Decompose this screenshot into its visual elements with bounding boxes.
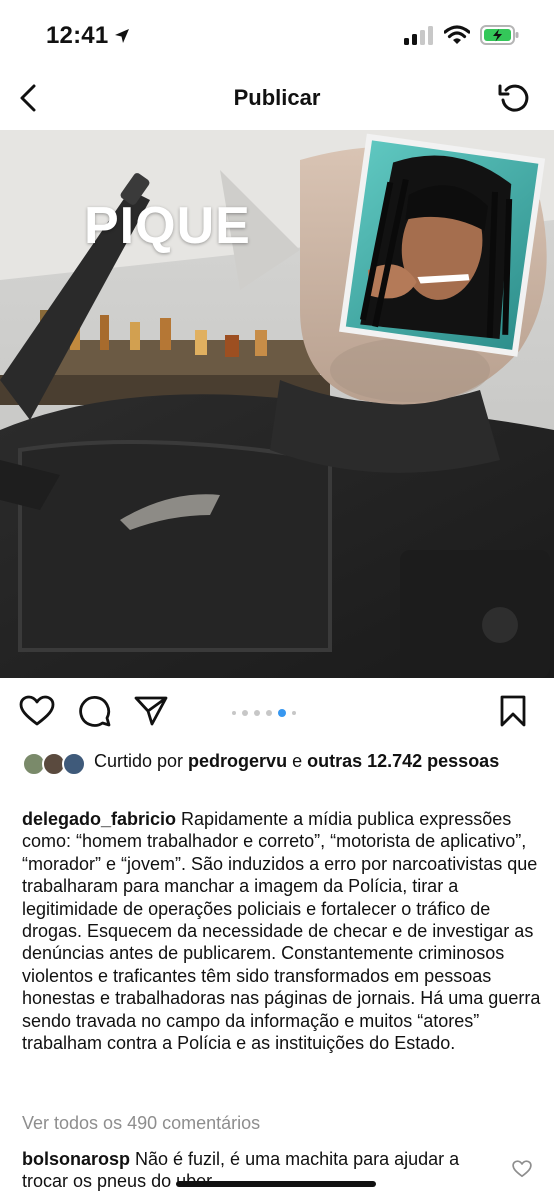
likes-prefix: Curtido por <box>94 751 189 771</box>
likes-text: Curtido por pedrogervu e outras 12.742 p… <box>94 750 542 772</box>
carousel-dot <box>266 710 272 716</box>
like-button[interactable] <box>18 694 56 732</box>
comment-button[interactable] <box>76 694 114 732</box>
carousel-indicator <box>232 709 296 717</box>
bookmark-icon <box>499 695 527 732</box>
liker-avatars <box>22 752 90 776</box>
page-title: Publicar <box>233 85 321 110</box>
battery-charging-icon <box>480 24 520 51</box>
media-overlay-text: PIQUE <box>84 197 251 255</box>
carousel-dot <box>292 711 296 715</box>
post-media[interactable]: PIQUE <box>0 130 554 678</box>
comment-like-button[interactable] <box>512 1160 534 1182</box>
home-indicator[interactable] <box>176 1181 376 1187</box>
carousel-dot <box>232 711 236 715</box>
location-arrow-icon <box>112 26 132 51</box>
comment-icon <box>78 694 112 733</box>
post-actions <box>0 690 554 736</box>
wifi-icon <box>443 25 471 50</box>
status-time: 12:41 <box>46 22 109 49</box>
likes-summary[interactable]: Curtido por pedrogervu e outras 12.742 p… <box>22 750 542 800</box>
view-all-comments-link[interactable]: Ver todos os 490 comentários <box>22 1113 260 1134</box>
liker-username[interactable]: pedrogervu <box>188 751 287 771</box>
likes-middle: e <box>287 751 308 771</box>
carousel-dot-active <box>278 709 286 717</box>
save-button[interactable] <box>494 694 532 732</box>
carousel-dot <box>254 710 260 716</box>
carousel-dot <box>242 710 248 716</box>
heart-icon <box>512 1160 532 1182</box>
likes-others[interactable]: outras 12.742 pessoas <box>307 751 499 771</box>
post-caption: delegado_fabricio Rapidamente a mídia pu… <box>22 808 542 1054</box>
refresh-icon <box>497 81 531 120</box>
caption-text: Rapidamente a mídia publica expressões c… <box>22 809 541 1054</box>
share-button[interactable] <box>132 694 170 732</box>
caption-username[interactable]: delegado_fabricio <box>22 809 176 829</box>
cellular-signal-icon <box>404 25 434 50</box>
send-icon <box>134 695 168 732</box>
heart-icon <box>19 695 55 732</box>
nav-bar: Publicar <box>0 72 554 128</box>
avatar <box>62 752 86 776</box>
comment-username[interactable]: bolsonarosp <box>22 1149 130 1169</box>
status-bar: 12:41 <box>0 0 554 70</box>
refresh-button[interactable] <box>492 78 536 122</box>
